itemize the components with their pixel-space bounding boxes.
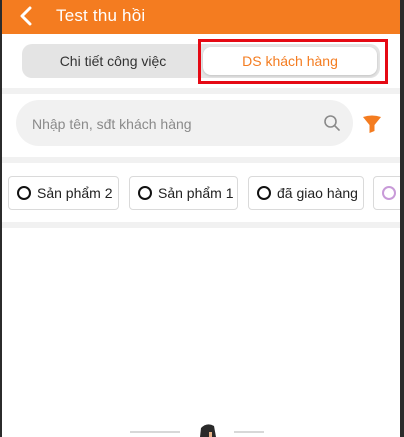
segmented-tabs: Chi tiết công việc DS khách hàng [22,44,380,78]
page-title: Test thu hồi [56,6,146,25]
radio-icon [382,186,396,200]
app-header: Test thu hồi [2,0,400,34]
empty-state-illustration [130,424,264,437]
chip-partial[interactable] [373,176,400,210]
radio-icon [138,186,152,200]
filter-chip-row: Sản phẩm 2 Sản phẩm 1 đã giao hàng [8,176,400,212]
chip-label: Sản phẩm 1 [158,185,234,201]
radio-icon [257,186,271,200]
chip-product-1[interactable]: Sản phẩm 1 [129,176,238,210]
tab-customer-list[interactable]: DS khách hàng [203,47,377,75]
chevron-left-icon [20,6,32,26]
tab-bar-container: Chi tiết công việc DS khách hàng [2,34,400,88]
chip-label: Sản phẩm 2 [37,185,113,201]
tab-job-details[interactable]: Chi tiết công việc [25,47,201,75]
chip-label: đã giao hàng [277,185,358,201]
radio-icon [17,186,31,200]
search-bar [16,100,353,148]
chip-product-2[interactable]: Sản phẩm 2 [8,176,119,210]
search-icon[interactable] [323,114,341,132]
section-divider [2,157,400,163]
search-input[interactable] [30,100,314,148]
app-screen: Test thu hồi Chi tiết công việc DS khách… [2,0,400,437]
filter-icon[interactable] [360,112,384,136]
chip-delivered[interactable]: đã giao hàng [248,176,364,210]
section-divider [2,222,400,228]
section-divider [2,88,400,94]
back-button[interactable] [14,3,40,29]
